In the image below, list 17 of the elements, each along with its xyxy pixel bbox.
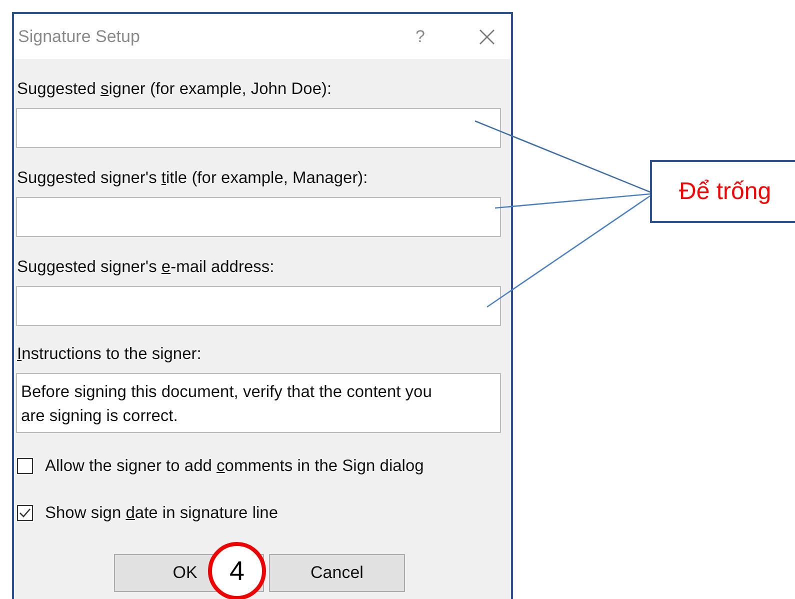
checkbox[interactable] bbox=[17, 458, 33, 474]
input-field[interactable] bbox=[16, 197, 501, 237]
callout-label: Để trống bbox=[650, 160, 795, 223]
field-label: Instructions to the signer: bbox=[17, 344, 202, 365]
field-label: Suggested signer's e-mail address: bbox=[17, 257, 274, 278]
field-label: Suggested signer's title (for example, Manager): bbox=[17, 168, 368, 189]
input-field[interactable] bbox=[16, 108, 501, 148]
dialog-button[interactable]: Cancel bbox=[269, 554, 405, 592]
window-title: Signature Setup bbox=[18, 26, 141, 46]
checkbox-label: Show sign date in signature line bbox=[45, 504, 278, 522]
close-icon[interactable] bbox=[479, 28, 495, 44]
help-button[interactable]: ? bbox=[416, 26, 425, 46]
field-label: Suggested signer (for example, John Doe): bbox=[17, 79, 332, 100]
input-field[interactable] bbox=[16, 286, 501, 326]
instructions-field[interactable]: Before signing this document, verify that the content you are signing is correct. bbox=[16, 373, 501, 433]
checkbox[interactable] bbox=[17, 505, 33, 521]
checkbox-label: Allow the signer to add comments in the Sign dialog bbox=[45, 456, 424, 476]
